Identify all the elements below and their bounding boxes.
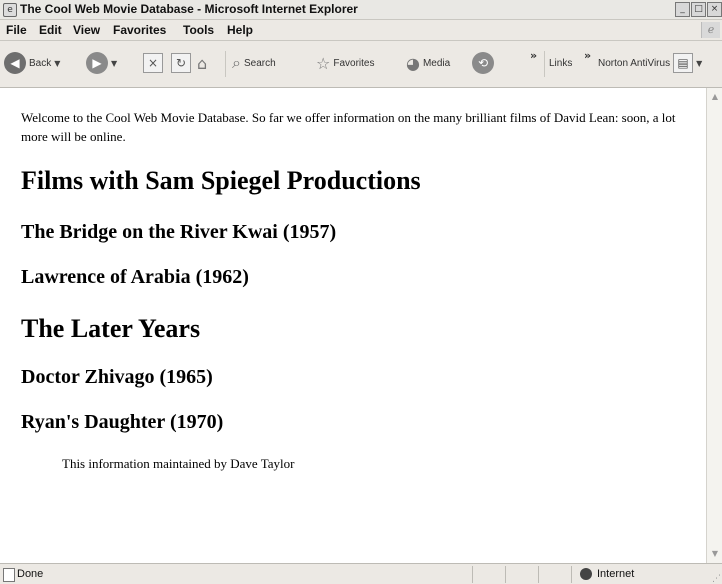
minimize-button[interactable]: _ xyxy=(675,2,690,17)
toolbar-separator xyxy=(544,51,545,77)
refresh-button[interactable]: ↻ xyxy=(171,49,191,77)
intro-paragraph: Welcome to the Cool Web Movie Database. … xyxy=(21,110,676,144)
links-overflow-icon[interactable]: » xyxy=(584,49,591,62)
maximize-button[interactable]: □ xyxy=(691,2,706,17)
menu-file[interactable]: File xyxy=(6,23,27,37)
scroll-up-icon[interactable]: ▲ xyxy=(708,90,722,104)
menu-favorites[interactable]: Favorites xyxy=(113,23,166,37)
forward-dropdown-icon[interactable]: ▼ xyxy=(111,59,117,68)
back-button[interactable]: ◀ Back ▼ xyxy=(4,49,60,77)
status-pane-divider xyxy=(505,566,506,583)
title-bar: e The Cool Web Movie Database - Microsof… xyxy=(0,0,722,20)
menu-bar: File Edit View Favorites Tools Help ℯ xyxy=(0,20,722,41)
film-heading-ryans-daughter: Ryan's Daughter (1970) xyxy=(21,411,224,433)
security-zone-label: Internet xyxy=(597,568,635,580)
search-button[interactable]: ⌕ Search xyxy=(232,49,276,77)
status-pane-divider xyxy=(472,566,473,583)
stop-button[interactable]: × xyxy=(143,49,163,77)
back-label: Back xyxy=(29,57,52,69)
scroll-down-icon[interactable]: ▼ xyxy=(708,547,722,561)
norton-label: Norton AntiVirus xyxy=(598,57,671,69)
toolbar-separator xyxy=(225,51,226,77)
page-icon xyxy=(3,568,15,582)
menu-help[interactable]: Help xyxy=(227,23,253,37)
forward-button[interactable]: ▶ ▼ xyxy=(86,49,117,77)
ie-page-icon: e xyxy=(3,3,17,17)
menu-view[interactable]: View xyxy=(73,23,100,37)
media-icon: ◕ xyxy=(406,53,420,73)
toolbar-overflow-icon[interactable]: » xyxy=(530,49,537,62)
favorites-label: Favorites xyxy=(333,57,375,69)
browser-window: e The Cool Web Movie Database - Microsof… xyxy=(0,0,722,584)
status-text: Done xyxy=(17,568,44,580)
back-dropdown-icon[interactable]: ▼ xyxy=(54,59,60,68)
globe-icon xyxy=(580,568,592,580)
status-pane-divider xyxy=(538,566,539,583)
close-button[interactable]: × xyxy=(707,2,722,17)
section-heading-spiegel: Films with Sam Spiegel Productions xyxy=(21,166,421,195)
section-heading-later-years: The Later Years xyxy=(21,314,201,343)
window-controls: _ □ × xyxy=(675,2,722,17)
search-magnifier-icon: ⌕ xyxy=(232,53,241,72)
links-label: Links xyxy=(549,57,573,69)
throbber-icon: ℯ xyxy=(701,22,720,38)
norton-antivirus-button[interactable]: Norton AntiVirus ▤ ▼ xyxy=(598,49,702,77)
window-title: The Cool Web Movie Database - Microsoft … xyxy=(20,2,358,16)
norton-dropdown-icon[interactable]: ▼ xyxy=(696,59,702,68)
media-label: Media xyxy=(422,57,451,69)
history-button[interactable]: ⟲ xyxy=(472,49,494,77)
status-bar: Done Internet ⋰ xyxy=(0,563,722,584)
film-heading-bridge-on-the-river-kwai: The Bridge on the River Kwai (1957) xyxy=(21,221,337,243)
page-content: Welcome to the Cool Web Movie Database. … xyxy=(0,88,706,563)
star-icon: ☆ xyxy=(316,53,331,73)
menu-edit[interactable]: Edit xyxy=(39,23,62,37)
resize-grip-icon[interactable]: ⋰ xyxy=(712,574,721,584)
forward-arrow-icon: ▶ xyxy=(86,52,108,74)
refresh-icon: ↻ xyxy=(171,53,191,73)
film-heading-lawrence-of-arabia: Lawrence of Arabia (1962) xyxy=(21,266,249,288)
standard-toolbar: ◀ Back ▼ ▶ ▼ × ↻ ⌂ ⌕ Search ☆ Favorites … xyxy=(0,41,722,88)
media-button[interactable]: ◕ Media xyxy=(406,49,450,77)
history-icon: ⟲ xyxy=(472,52,494,74)
search-label: Search xyxy=(243,57,276,69)
home-button[interactable]: ⌂ xyxy=(197,49,207,77)
favorites-button[interactable]: ☆ Favorites xyxy=(316,49,374,77)
status-pane-divider xyxy=(571,566,572,583)
back-arrow-icon: ◀ xyxy=(4,52,26,74)
norton-icon: ▤ xyxy=(673,53,694,73)
vertical-scrollbar[interactable]: ▲ ▼ xyxy=(706,88,722,563)
maintainer-note: This information maintained by Dave Tayl… xyxy=(62,456,295,471)
links-toolbar[interactable]: Links xyxy=(549,49,572,77)
stop-icon: × xyxy=(143,53,163,73)
menu-tools[interactable]: Tools xyxy=(183,23,214,37)
film-heading-doctor-zhivago: Doctor Zhivago (1965) xyxy=(21,366,213,388)
home-icon: ⌂ xyxy=(197,53,208,73)
